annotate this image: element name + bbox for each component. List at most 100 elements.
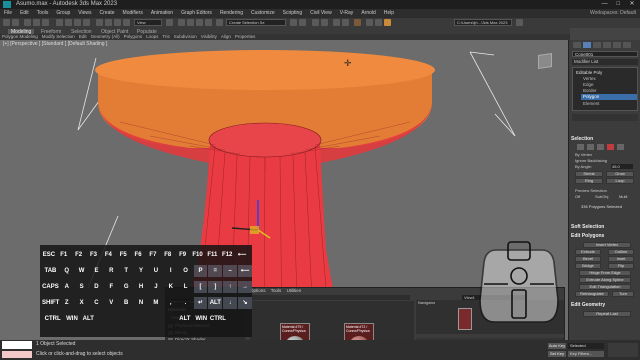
grow-button[interactable]: Grow (606, 171, 634, 177)
edit-triangulation-button[interactable]: Edit Triangulation (579, 284, 631, 290)
bridge-button[interactable]: Bridge (575, 263, 601, 269)
key-alt[interactable]: ALT (177, 313, 192, 325)
bevel-button[interactable]: Bevel (575, 256, 601, 262)
menu-vray[interactable]: V-Ray (336, 9, 358, 18)
key-space[interactable] (124, 313, 136, 325)
menu-graph-editors[interactable]: Graph Editors (177, 9, 216, 18)
turn-button[interactable]: Turn (612, 291, 634, 297)
auto-key-button[interactable]: Auto Key (548, 343, 566, 349)
loop-button[interactable]: Loop (606, 178, 634, 184)
stack-item-polygon[interactable]: Polygon (581, 94, 637, 100)
layer-explorer-icon[interactable] (312, 19, 319, 26)
utilities-tab-icon[interactable] (623, 42, 631, 48)
stack-item-edge[interactable]: Edge (583, 82, 594, 87)
key-f12[interactable]: F12 (220, 249, 234, 261)
bind-spacewarp-icon[interactable] (42, 19, 49, 26)
hierarchy-tab-icon[interactable] (593, 42, 601, 48)
undo-icon[interactable] (3, 19, 10, 26)
key-p[interactable]: P (193, 265, 208, 277)
key-i[interactable]: I (164, 265, 178, 277)
toggle-ribbon-icon[interactable] (321, 19, 328, 26)
key-win[interactable]: WIN (194, 313, 209, 325)
curve-editor-icon[interactable] (333, 19, 340, 26)
viewcube[interactable] (532, 48, 558, 74)
close-button[interactable]: ✕ (626, 0, 638, 9)
key-n[interactable]: N (134, 297, 148, 309)
key-z[interactable]: Z (60, 297, 74, 309)
modify-tab-icon[interactable] (583, 42, 591, 48)
set-key-button[interactable]: Set Key (548, 351, 566, 357)
key-x[interactable]: X (75, 297, 89, 309)
unlink-icon[interactable] (33, 19, 40, 26)
menu-create[interactable]: Create (96, 9, 119, 18)
key-space[interactable] (164, 313, 176, 325)
edit-polygons-header[interactable]: Edit Polygons (571, 233, 639, 239)
key-d[interactable]: D (90, 281, 104, 293)
angle-snap-icon[interactable] (187, 19, 194, 26)
key-f9[interactable]: F9 (176, 249, 190, 261)
menu-animation[interactable]: Animation (147, 9, 177, 18)
key-t[interactable]: T (119, 265, 133, 277)
workspace-selector[interactable]: Workspaces: Default (590, 9, 636, 18)
key-space[interactable] (110, 313, 122, 325)
retriangulate-button[interactable]: Retriangulate (575, 291, 609, 297)
menu-modifiers[interactable]: Modifiers (119, 9, 147, 18)
inset-button[interactable]: Inset (608, 256, 634, 262)
stack-item-vertex[interactable]: Vertex (583, 76, 596, 81)
menu-arnold[interactable]: Arnold (357, 9, 379, 18)
percent-snap-icon[interactable] (196, 19, 203, 26)
key-f2[interactable]: F2 (72, 249, 86, 261)
folder-icon[interactable] (516, 19, 523, 26)
material-editor-icon[interactable] (354, 19, 361, 26)
preview-subobj-radio[interactable]: SubObj (595, 194, 608, 199)
key-space[interactable] (97, 313, 109, 325)
key-b[interactable]: B (119, 297, 133, 309)
key-f8[interactable]: F8 (161, 249, 175, 261)
key-f7[interactable]: F7 (146, 249, 160, 261)
menu-help[interactable]: Help (380, 9, 398, 18)
flip-button[interactable]: Flip (608, 263, 634, 269)
place-icon[interactable] (123, 19, 130, 26)
key-c[interactable]: C (90, 297, 104, 309)
maximize-button[interactable]: □ (612, 0, 624, 9)
menu-views[interactable]: Views (74, 9, 95, 18)
key-f3[interactable]: F3 (87, 249, 101, 261)
redo-icon[interactable] (12, 19, 19, 26)
key-win[interactable]: WIN (64, 313, 79, 325)
extrude-along-spline-button[interactable]: Extrude Along Spline (579, 277, 631, 283)
navigator-node-preview[interactable] (458, 308, 472, 330)
key-h[interactable]: H (134, 281, 148, 293)
hinge-from-edge-button[interactable]: Hinge From Edge (579, 270, 631, 276)
key-k[interactable]: K (164, 281, 178, 293)
insert-vertex-button[interactable]: Insert Vertex (583, 242, 631, 248)
key-f4[interactable]: F4 (101, 249, 115, 261)
key-u[interactable]: U (149, 265, 163, 277)
key-r[interactable]: R (104, 265, 118, 277)
key-o[interactable]: O (179, 265, 193, 277)
stack-item-element[interactable]: Element (583, 101, 600, 106)
ring-button[interactable]: Ring (575, 178, 603, 184)
key-sym1_13[interactable]: ⟵ (238, 265, 252, 277)
outline-button[interactable]: Outline (608, 249, 634, 255)
soft-selection-header[interactable]: Soft Selection (571, 224, 639, 230)
menu-scripting[interactable]: Scripting (279, 9, 306, 18)
key-f1[interactable]: F1 (57, 249, 71, 261)
key-sym3_13[interactable]: ↘ (238, 297, 252, 309)
key-sym2_10[interactable]: [ (193, 281, 208, 293)
key-sym3_10[interactable]: ↵ (193, 297, 208, 309)
key-tab[interactable]: TAB (42, 265, 59, 277)
polygon-mode-icon[interactable] (607, 144, 614, 150)
menu-rendering[interactable]: Rendering (216, 9, 247, 18)
key-shift[interactable]: SHIFT (42, 297, 59, 309)
key-sym1_11[interactable]: = (208, 265, 223, 277)
by-angle-checkbox[interactable]: By Angle: (575, 164, 592, 169)
key-f10[interactable]: F10 (191, 249, 205, 261)
rect-select-icon[interactable] (74, 19, 81, 26)
key-g[interactable]: G (119, 281, 133, 293)
mirror-icon[interactable] (290, 19, 297, 26)
edit-named-sets-icon[interactable] (216, 19, 223, 26)
pivot-icon[interactable] (166, 19, 173, 26)
move-icon[interactable] (96, 19, 103, 26)
object-name-field[interactable]: Cone001 (572, 51, 638, 57)
key-j[interactable]: J (149, 281, 163, 293)
